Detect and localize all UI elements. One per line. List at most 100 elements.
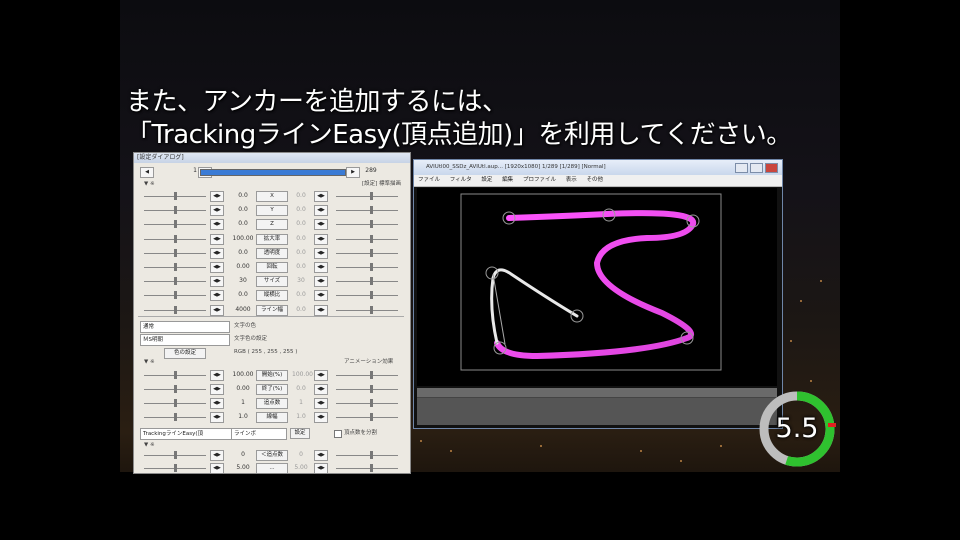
param-spin-left[interactable]: ◀▶ [210, 262, 224, 273]
menu-settings[interactable]: 設定 [481, 177, 492, 183]
param-spin-left[interactable]: ◀▶ [210, 412, 224, 423]
param-spin-left[interactable]: ◀▶ [210, 290, 224, 302]
param-spin-right[interactable]: ◀▶ [314, 219, 328, 231]
param-spin-right[interactable]: ◀▶ [314, 398, 328, 409]
param-slider-right[interactable] [336, 252, 398, 254]
param-value[interactable]: 100.00 [232, 234, 254, 243]
param-spin-left[interactable]: ◀▶ [210, 384, 224, 395]
maximize-button[interactable] [750, 163, 763, 173]
preview-canvas[interactable] [417, 188, 777, 386]
param-value-end[interactable]: 0.0 [292, 219, 310, 228]
timeline-strip[interactable] [417, 388, 777, 425]
param-value[interactable]: 0.0 [232, 219, 254, 228]
param-value-end[interactable]: 0.0 [292, 262, 310, 271]
param-spin-left[interactable]: ◀▶ [210, 247, 224, 259]
param-value-end[interactable]: 0.0 [292, 248, 310, 257]
param-knob-right[interactable] [370, 263, 373, 271]
param-spin-right[interactable]: ◀▶ [314, 304, 328, 316]
param-knob-right[interactable] [370, 234, 373, 243]
param-slider-right[interactable] [336, 281, 398, 283]
anim-toggle[interactable]: ▼ ※ [144, 357, 155, 367]
param-slider-right[interactable] [336, 238, 398, 240]
param-slider-right[interactable] [336, 375, 398, 376]
effect-type-select[interactable]: ラインボ [231, 428, 287, 440]
param-knob-right[interactable] [370, 451, 373, 459]
param-spin-right[interactable]: ◀▶ [314, 262, 328, 273]
param-label-button[interactable]: 拡大率 [256, 233, 288, 245]
param-spin-right[interactable]: ◀▶ [314, 463, 328, 473]
param-knob-right[interactable] [370, 399, 373, 407]
param-spin-right[interactable]: ◀▶ [314, 233, 328, 245]
param-label-button[interactable]: 縦横比 [256, 290, 288, 302]
param-label-button[interactable]: 終了(%) [256, 384, 288, 395]
param-spin-left[interactable]: ◀▶ [210, 276, 224, 288]
param-spin-left[interactable]: ◀▶ [210, 450, 224, 461]
param-knob-left[interactable] [174, 413, 177, 421]
color-settings-button[interactable]: 色の設定 [164, 348, 206, 359]
param-value[interactable]: 0.0 [232, 290, 254, 299]
param-spin-left[interactable]: ◀▶ [210, 191, 224, 202]
param-spin-left[interactable]: ◀▶ [210, 233, 224, 245]
param-spin-right[interactable]: ◀▶ [314, 412, 328, 423]
menu-other[interactable]: その他 [586, 177, 603, 183]
param-knob-right[interactable] [370, 305, 373, 314]
param-knob-left[interactable] [174, 371, 177, 379]
param-spin-left[interactable]: ◀▶ [210, 398, 224, 409]
param-spin-left[interactable]: ◀▶ [210, 205, 224, 217]
menu-profile[interactable]: プロファイル [523, 177, 556, 183]
param-value-end[interactable]: 1 [292, 398, 310, 407]
param-value[interactable]: 0.0 [232, 205, 254, 214]
frame-next-button[interactable]: ▶ [346, 167, 360, 178]
param-knob-left[interactable] [174, 277, 177, 286]
minimize-button[interactable] [735, 163, 748, 173]
param-value[interactable]: 100.00 [232, 370, 254, 379]
param-label-button[interactable]: ... [256, 463, 288, 473]
param-knob-right[interactable] [370, 291, 373, 300]
param-value[interactable]: 1 [232, 398, 254, 407]
param-slider-right[interactable] [336, 210, 398, 212]
param-value[interactable]: 5.00 [232, 463, 254, 472]
param-knob-left[interactable] [174, 385, 177, 393]
param-knob-left[interactable] [174, 305, 177, 314]
param-value-end[interactable]: 0.0 [292, 290, 310, 299]
param-knob-left[interactable] [174, 192, 177, 200]
param-label-button[interactable]: ＜追点数 [256, 450, 288, 461]
param-knob-left[interactable] [174, 234, 177, 243]
param-slider-right[interactable] [336, 295, 398, 297]
param-knob-right[interactable] [370, 277, 373, 286]
param-label-button[interactable]: 開始(%) [256, 370, 288, 381]
param-label-button[interactable]: 追点数 [256, 398, 288, 409]
param-value-end[interactable]: 0.0 [292, 305, 310, 314]
param-knob-left[interactable] [174, 263, 177, 271]
param-slider-right[interactable] [336, 196, 398, 197]
param-spin-right[interactable]: ◀▶ [314, 450, 328, 461]
param-slider-right[interactable] [336, 403, 398, 404]
menu-edit[interactable]: 編集 [502, 177, 513, 183]
effect-settings-button[interactable]: 設定 [290, 428, 310, 439]
param-value[interactable]: 1.0 [232, 412, 254, 421]
param-knob-right[interactable] [370, 464, 373, 472]
param-knob-left[interactable] [174, 220, 177, 229]
param-value-end[interactable]: 0.0 [292, 384, 310, 393]
menu-file[interactable]: ファイル [418, 177, 440, 183]
param-value[interactable]: 4000 [232, 305, 254, 314]
param-spin-right[interactable]: ◀▶ [314, 205, 328, 217]
param-knob-right[interactable] [370, 413, 373, 421]
param-value-end[interactable]: 0 [292, 450, 310, 459]
menu-filter[interactable]: フィルタ [450, 177, 472, 183]
param-value[interactable]: 0 [232, 450, 254, 459]
param-label-button[interactable]: ライン幅 [256, 304, 288, 316]
object-toggle[interactable]: ▼ ※ [144, 179, 155, 189]
param-value[interactable]: 0.00 [232, 384, 254, 393]
param-slider-right[interactable] [336, 417, 398, 418]
param-spin-right[interactable]: ◀▶ [314, 290, 328, 302]
param-spin-right[interactable]: ◀▶ [314, 191, 328, 202]
param-knob-right[interactable] [370, 385, 373, 393]
param-spin-right[interactable]: ◀▶ [314, 384, 328, 395]
param-label-button[interactable]: 回転 [256, 262, 288, 273]
param-value-end[interactable]: 0.0 [292, 205, 310, 214]
param-value-end[interactable]: 1.0 [292, 412, 310, 421]
param-value-end[interactable]: 30 [292, 276, 310, 285]
blend-mode-select[interactable]: 通常 [140, 321, 230, 333]
param-slider-right[interactable] [336, 389, 398, 390]
